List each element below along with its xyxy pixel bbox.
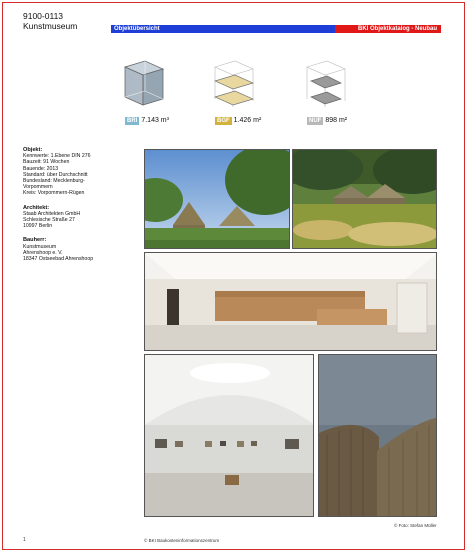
metric-nuf: NUF 898 m² — [293, 55, 393, 131]
photo-credit: © Foto: Stefan Müller — [394, 523, 437, 528]
page-number: 1 — [23, 537, 26, 543]
photo-exterior-field — [292, 149, 437, 249]
floors-area-icon — [213, 60, 255, 107]
object-id: 9100-0113 — [23, 11, 64, 21]
metric-nuf-value: NUF 898 m² — [307, 117, 348, 125]
photo-exterior-trees — [144, 149, 290, 249]
photo-interior-gallery — [144, 354, 314, 517]
tag-bgf: BGF — [215, 117, 232, 125]
metric-bri-value: BRI 7.143 m³ — [125, 117, 169, 125]
tag-bri: BRI — [125, 117, 140, 125]
photo-interior-foyer — [144, 252, 437, 351]
document-page: 9100-0113 Kunstmuseum Objektübersicht BK… — [2, 2, 465, 550]
architekt-block: Architekt: Staab Architekten GmbH Schles… — [23, 205, 133, 230]
cube-volume-icon — [123, 60, 165, 106]
bar-catalog-label: BKI Objektkatalog - Neubau — [335, 25, 441, 33]
photo-exterior-facade — [318, 354, 437, 517]
bauherr-line: 18347 Ostseebad Ahrenshoop — [23, 256, 94, 263]
objekt-block: Objekt: Kennwerte: 1.Ebene DIN 276 Bauze… — [23, 147, 133, 197]
object-title: Kunstmuseum — [23, 21, 78, 31]
object-header: 9100-0113 Kunstmuseum — [23, 11, 77, 31]
bar-objektuebersicht: Objektübersicht — [111, 25, 335, 33]
usable-area-icon — [306, 60, 346, 107]
bauherr-block: Bauherr: Kunstmuseum Ahrenshoop e. V. 18… — [23, 237, 133, 262]
metric-bri: BRI 7.143 m³ — [111, 55, 211, 131]
objekt-line: Kreis: Vorpommern-Rügen — [23, 190, 85, 197]
copyright-footer: © BKI Baukosteninformationszentrum — [144, 538, 220, 543]
architekt-line: 10997 Berlin — [23, 223, 53, 230]
metric-bgf: BGF 1.426 m² — [201, 55, 301, 131]
metric-bgf-value: BGF 1.426 m² — [215, 117, 262, 125]
tag-nuf: NUF — [307, 117, 324, 125]
header-bar: Objektübersicht BKI Objektkatalog - Neub… — [111, 25, 441, 33]
info-column: Objekt: Kennwerte: 1.Ebene DIN 276 Bauze… — [23, 147, 133, 270]
